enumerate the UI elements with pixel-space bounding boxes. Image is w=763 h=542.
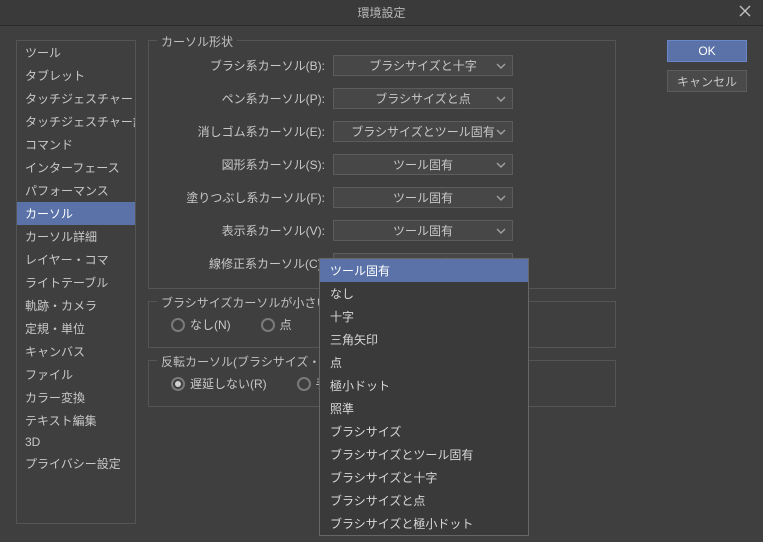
cursor-row: 消しゴム系カーソル(E): ブラシサイズとツール固有 [163, 121, 601, 142]
cursor-label: ブラシ系カーソル(B): [163, 57, 333, 74]
cursor-label: 図形系カーソル(S): [163, 156, 333, 173]
radio-label: 点 [280, 316, 292, 333]
radio-icon [171, 377, 185, 391]
radio-option[interactable]: なし(N) [171, 316, 231, 333]
sidebar-item[interactable]: タッチジェスチャー [17, 87, 135, 110]
dropdown-menu-item[interactable]: なし [320, 282, 528, 305]
chevron-down-icon [496, 62, 506, 70]
ok-button[interactable]: OK [667, 40, 747, 62]
dropdown-menu-item[interactable]: ブラシサイズ [320, 420, 528, 443]
radio-option[interactable]: 遅延しない(R) [171, 375, 267, 392]
dropdown-menu-item[interactable]: ブラシサイズと点 [320, 489, 528, 512]
sidebar-item[interactable]: テキスト編集 [17, 409, 135, 432]
chevron-down-icon [496, 95, 506, 103]
cursor-dropdown[interactable]: ブラシサイズと点 [333, 88, 513, 109]
sidebar-item[interactable]: カーソル詳細 [17, 225, 135, 248]
dropdown-menu-item[interactable]: 十字 [320, 305, 528, 328]
cursor-label: 線修正系カーソル(C): [163, 255, 333, 272]
cursor-row: 表示系カーソル(V): ツール固有 [163, 220, 601, 241]
cursor-row: 図形系カーソル(S): ツール固有 [163, 154, 601, 175]
fieldset-cursor-shape: カーソル形状 ブラシ系カーソル(B):ブラシサイズと十字ペン系カーソル(P):ブ… [148, 40, 616, 289]
sidebar-item[interactable]: タブレット [17, 64, 135, 87]
legend-cursor-shape: カーソル形状 [157, 33, 237, 50]
sidebar-item[interactable]: コマンド [17, 133, 135, 156]
dropdown-menu-item[interactable]: 照準 [320, 397, 528, 420]
close-icon[interactable] [739, 5, 755, 21]
dropdown-menu-item[interactable]: 極小ドット [320, 374, 528, 397]
content: ツールタブレットタッチジェスチャータッチジェスチャー詳細コマンドインターフェース… [0, 26, 763, 538]
radio-icon [261, 318, 275, 332]
radio-icon [297, 377, 311, 391]
dropdown-value: ツール固有 [393, 222, 453, 239]
sidebar-item[interactable]: 軌跡・カメラ [17, 294, 135, 317]
radio-label: なし(N) [190, 316, 231, 333]
sidebar-item[interactable]: タッチジェスチャー詳細 [17, 110, 135, 133]
dialog-buttons: OK キャンセル [667, 40, 747, 92]
cursor-row: ペン系カーソル(P): ブラシサイズと点 [163, 88, 601, 109]
cursor-label: 表示系カーソル(V): [163, 222, 333, 239]
dropdown-value: ブラシサイズと十字 [369, 57, 476, 74]
chevron-down-icon [496, 227, 506, 235]
dropdown-value: ツール固有 [393, 156, 453, 173]
sidebar-item[interactable]: 定規・単位 [17, 317, 135, 340]
cancel-button[interactable]: キャンセル [667, 70, 747, 92]
sidebar-item[interactable]: インターフェース [17, 156, 135, 179]
sidebar-item[interactable]: ツール [17, 41, 135, 64]
dropdown-menu-item[interactable]: ツール固有 [320, 259, 528, 282]
sidebar-item[interactable]: ライトテーブル [17, 271, 135, 294]
chevron-down-icon [496, 194, 506, 202]
window-title: 環境設定 [357, 4, 405, 21]
sidebar-item[interactable]: ファイル [17, 363, 135, 386]
category-sidebar: ツールタブレットタッチジェスチャータッチジェスチャー詳細コマンドインターフェース… [16, 40, 136, 524]
sidebar-item[interactable]: レイヤー・コマ [17, 248, 135, 271]
sidebar-item[interactable]: カーソル [17, 202, 135, 225]
chevron-down-icon [496, 161, 506, 169]
sidebar-item[interactable]: 3D [17, 432, 135, 452]
cursor-dropdown[interactable]: ツール固有 [333, 187, 513, 208]
dropdown-menu-item[interactable]: 点 [320, 351, 528, 374]
main-panel: カーソル形状 ブラシ系カーソル(B):ブラシサイズと十字ペン系カーソル(P):ブ… [148, 40, 747, 524]
chevron-down-icon [496, 128, 506, 136]
cursor-dropdown[interactable]: ブラシサイズと十字 [333, 55, 513, 76]
cursor-dropdown[interactable]: ツール固有 [333, 220, 513, 241]
radio-option[interactable]: 点 [261, 316, 292, 333]
dropdown-menu[interactable]: ツール固有なし十字三角矢印点極小ドット照準ブラシサイズブラシサイズとツール固有ブ… [319, 258, 529, 536]
cursor-dropdown[interactable]: ツール固有 [333, 154, 513, 175]
cursor-label: ペン系カーソル(P): [163, 90, 333, 107]
cursor-row: 塗りつぶし系カーソル(F): ツール固有 [163, 187, 601, 208]
radio-icon [171, 318, 185, 332]
sidebar-item[interactable]: キャンバス [17, 340, 135, 363]
cursor-dropdown[interactable]: ブラシサイズとツール固有 [333, 121, 513, 142]
dropdown-menu-item[interactable]: 三角矢印 [320, 328, 528, 351]
dropdown-value: ブラシサイズとツール固有 [351, 123, 494, 140]
titlebar: 環境設定 [0, 0, 763, 26]
dropdown-menu-item[interactable]: ブラシサイズとツール固有 [320, 443, 528, 466]
dropdown-value: ツール固有 [393, 189, 453, 206]
fieldset-small-cursor: ブラシサイズカーソルが小さい時の なし(N)点 ツール固有なし十字三角矢印点極小… [148, 301, 616, 348]
sidebar-item[interactable]: パフォーマンス [17, 179, 135, 202]
cursor-label: 消しゴム系カーソル(E): [163, 123, 333, 140]
sidebar-item[interactable]: プライバシー設定 [17, 452, 135, 475]
sidebar-item[interactable]: カラー変換 [17, 386, 135, 409]
cursor-label: 塗りつぶし系カーソル(F): [163, 189, 333, 206]
dropdown-menu-item[interactable]: ブラシサイズと極小ドット [320, 512, 528, 535]
dropdown-menu-item[interactable]: ブラシサイズと十字 [320, 466, 528, 489]
radio-label: 遅延しない(R) [190, 375, 267, 392]
cursor-row: ブラシ系カーソル(B): ブラシサイズと十字 [163, 55, 601, 76]
dropdown-value: ブラシサイズと点 [375, 90, 470, 107]
